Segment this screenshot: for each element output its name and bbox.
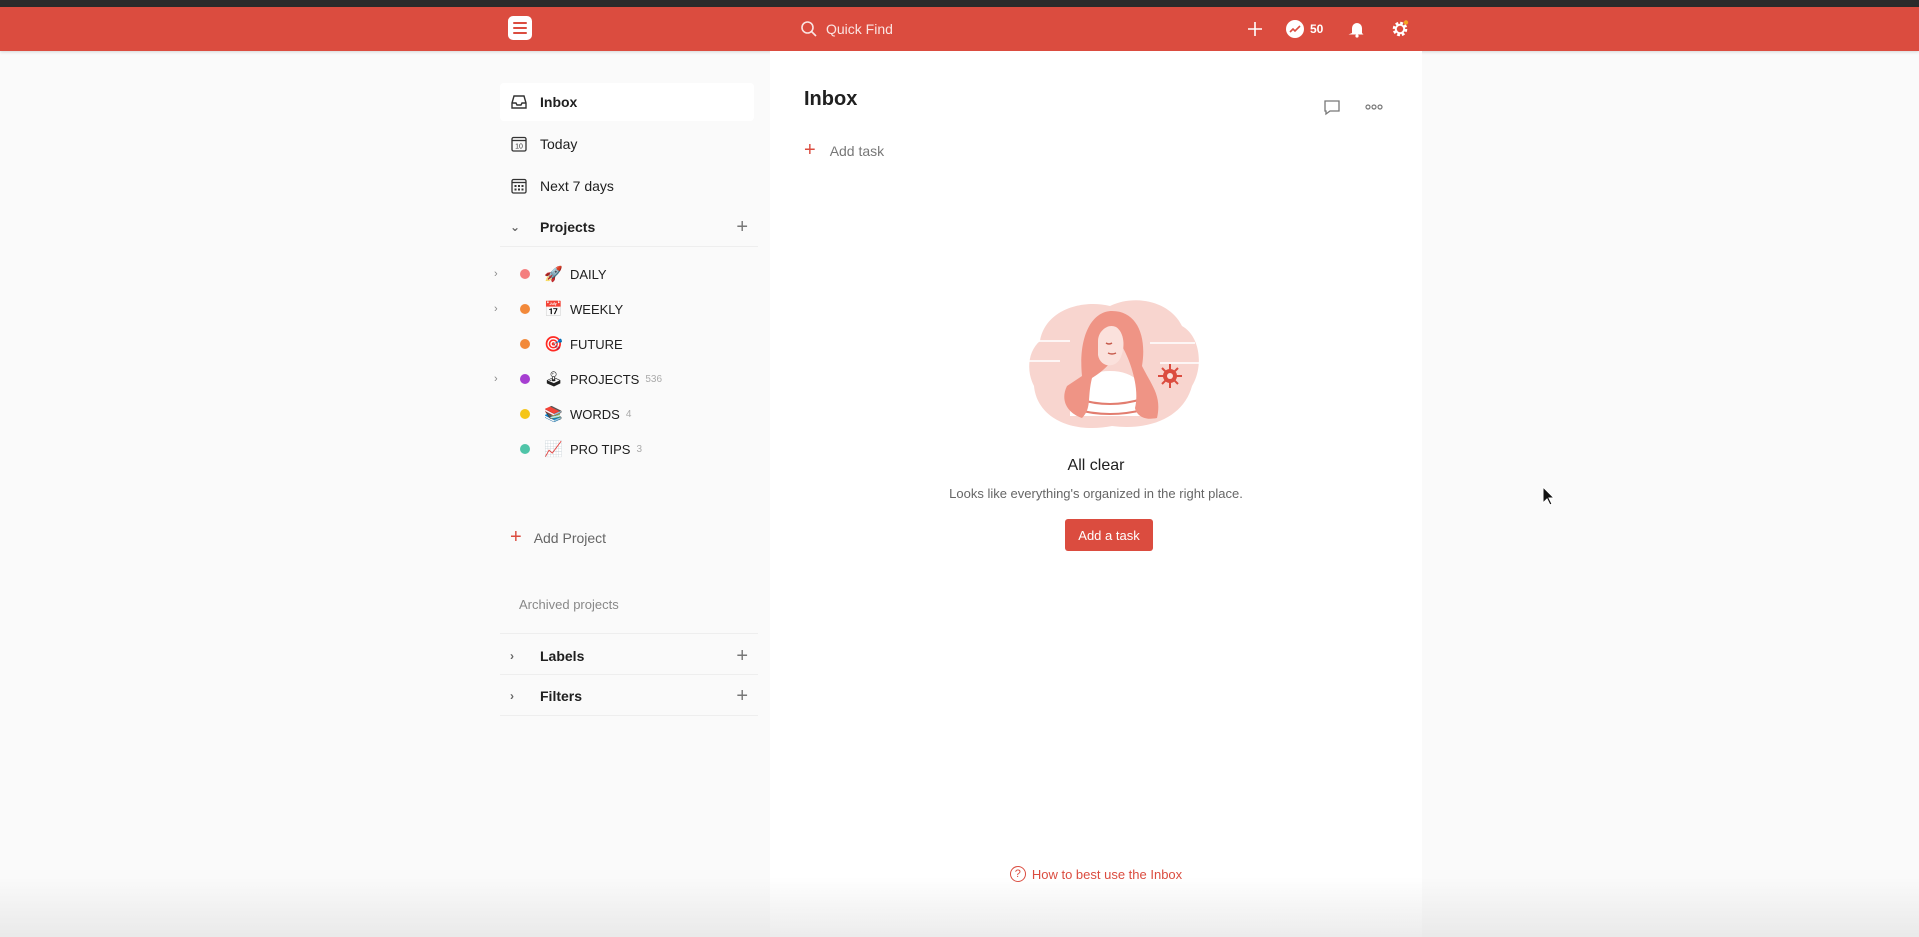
divider [500,674,758,675]
labels-header[interactable]: › Labels + [500,639,758,673]
empty-state-title: All clear [1067,457,1125,474]
chart-up-icon: 📈 [544,441,563,458]
project-color-dot [520,409,530,419]
plus-icon: + [804,139,816,161]
browser-top-strip [0,0,1919,7]
filters-header[interactable]: › Filters + [500,679,758,713]
projects-header-label: Projects [540,219,596,235]
project-item-projects[interactable]: › 🕹 PROJECTS 536 [488,362,758,396]
question-icon: ? [1009,866,1026,882]
empty-state-subtitle: Looks like everything's organized in the… [949,486,1243,501]
divider [500,715,758,716]
todoist-logo-icon[interactable] [508,16,532,40]
karma-button[interactable]: 50 [1286,17,1323,41]
all-clear-illustration [1025,300,1200,429]
divider [500,633,758,634]
project-name: FUTURE [570,336,623,352]
rocket-icon: 🚀 [544,266,563,283]
add-task-button[interactable]: + Add task [804,139,884,162]
add-task-label: Add task [829,142,885,159]
project-color-dot [520,269,530,279]
project-item-future[interactable]: 🎯 FUTURE [488,327,758,361]
joystick-icon: 🕹 [544,371,564,388]
svg-text:10: 10 [515,144,523,151]
comment-icon[interactable] [1322,97,1342,117]
project-name: PROJECTS [570,371,640,387]
project-item-weekly[interactable]: › 📅 WEEKLY [488,292,758,326]
add-filter-plus-icon[interactable]: + [736,685,748,708]
add-a-task-button[interactable]: Add a task [1065,519,1153,551]
chevron-right-icon: › [510,689,514,703]
sidebar: Inbox 10 Today Next 7 days ⌄ Projects + … [488,51,768,937]
calendar-emoji-icon: 📅 [544,301,563,318]
labels-header-label: Labels [540,648,585,664]
sidebar-item-inbox[interactable]: Inbox [500,83,754,121]
archived-projects-link[interactable]: Archived projects [519,597,619,612]
project-name: WEEKLY [570,301,624,317]
page-title: Inbox [804,88,858,110]
project-count: 3 [636,443,643,455]
add-project-label: Add Project [533,529,607,546]
calendar-grid-icon [511,178,527,194]
plus-icon: + [510,526,522,548]
sidebar-item-label: Today [540,136,578,152]
project-color-dot [520,374,530,384]
add-label-plus-icon[interactable]: + [736,645,748,668]
project-count: 536 [645,373,663,385]
add-project-button[interactable]: + Add Project [510,526,606,549]
chevron-right-icon[interactable]: › [494,373,506,385]
project-item-words[interactable]: 📚 WORDS 4 [488,397,758,431]
project-item-pro-tips[interactable]: 📈 PRO TIPS 3 [488,432,758,466]
filters-header-label: Filters [540,688,583,704]
project-name: PRO TIPS [570,441,631,457]
projects-header[interactable]: ⌄ Projects + [500,210,758,244]
sidebar-item-today[interactable]: 10 Today [500,125,754,163]
project-name: DAILY [570,266,607,282]
books-icon: 📚 [544,406,563,423]
chevron-right-icon[interactable]: › [494,268,506,280]
chevron-right-icon: › [510,649,514,663]
search-placeholder: Quick Find [826,21,893,37]
top-bar: Quick Find 50 [0,7,1919,51]
add-project-plus-icon[interactable]: + [736,216,748,239]
calendar-day-icon: 10 [511,136,527,152]
help-link-label: How to best use the Inbox [1031,866,1183,882]
project-count: 4 [625,408,632,420]
chevron-down-icon: ⌄ [510,220,521,234]
project-name: WORDS [570,406,620,422]
plus-icon[interactable] [1243,17,1267,41]
sidebar-item-next-7-days[interactable]: Next 7 days [500,167,754,205]
project-color-dot [520,304,530,314]
bell-icon[interactable] [1345,17,1369,41]
inbox-icon [511,95,527,109]
gear-icon[interactable] [1388,17,1412,41]
target-icon: 🎯 [544,336,563,353]
karma-count: 50 [1310,22,1324,36]
karma-icon [1286,20,1304,38]
search-icon [801,21,817,37]
project-color-dot [520,339,530,349]
help-link[interactable]: ? How to best use the Inbox [770,866,1422,882]
project-item-daily[interactable]: › 🚀 DAILY [488,257,758,291]
more-options-icon[interactable] [1364,97,1384,117]
divider [500,246,758,247]
mouse-cursor-icon [1542,486,1556,506]
main-actions [1322,97,1384,117]
sidebar-item-label: Inbox [540,94,578,110]
quick-find[interactable]: Quick Find [800,18,893,40]
chevron-right-icon[interactable]: › [494,303,506,315]
sidebar-item-label: Next 7 days [540,178,614,194]
main-panel: Inbox + Add task All clear Looks like ev… [770,51,1422,937]
project-color-dot [520,444,530,454]
